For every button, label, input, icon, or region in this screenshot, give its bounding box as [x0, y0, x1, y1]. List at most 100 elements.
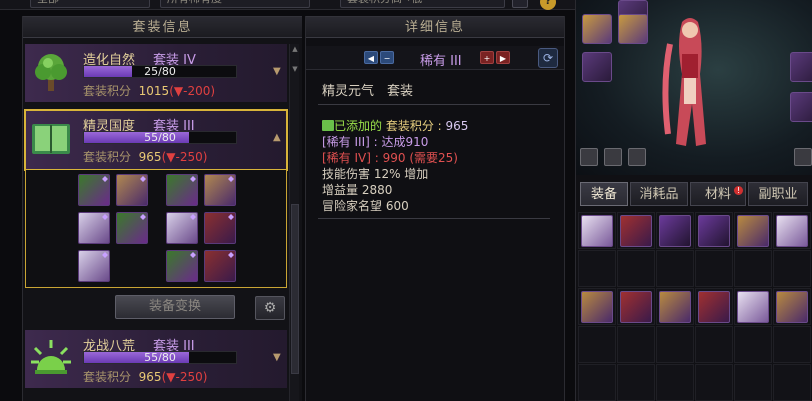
tier-plus-button[interactable]: +: [480, 51, 494, 64]
settings-icon[interactable]: [580, 148, 598, 166]
rotate-icon[interactable]: [604, 148, 622, 166]
item-slot[interactable]: [204, 174, 236, 206]
score-value: 965: [138, 150, 162, 164]
set-row-3[interactable]: 龙战八荒 套装 III 55/80 套装积分 965(▼-250) ▼: [25, 330, 287, 388]
inventory-item[interactable]: [698, 291, 730, 323]
item-slot[interactable]: [78, 250, 110, 282]
equip-slot[interactable]: [582, 14, 612, 44]
inventory-cell[interactable]: [617, 326, 655, 363]
inventory-item[interactable]: [737, 291, 769, 323]
inventory-item[interactable]: [620, 215, 652, 247]
tier-minus-button[interactable]: −: [380, 51, 394, 64]
score-label: 套装积分: [83, 84, 132, 98]
inventory-cell[interactable]: [773, 326, 811, 363]
inventory-cell[interactable]: [617, 250, 655, 287]
inventory-item[interactable]: [659, 215, 691, 247]
inventory-cell[interactable]: [695, 250, 733, 287]
sort-filter[interactable]: 套装积分高→低: [340, 0, 505, 8]
inventory-grid: [578, 212, 812, 401]
inventory-cell[interactable]: [656, 326, 694, 363]
scroll-thumb[interactable]: [291, 204, 299, 374]
set-progress-text: 55/80: [144, 131, 176, 144]
inventory-cell[interactable]: [656, 364, 694, 401]
tab-subjob[interactable]: 副职业: [748, 182, 808, 206]
item-slot[interactable]: [204, 212, 236, 244]
set-progress-bar: 55/80: [83, 131, 237, 144]
tier4-line: [稀有 IV] : 990 (需要25): [322, 151, 458, 165]
avatar-icon[interactable]: [628, 148, 646, 166]
item-slot[interactable]: [166, 212, 198, 244]
sun-icon: [31, 340, 71, 374]
tier-next-button[interactable]: ▶: [496, 51, 510, 64]
tier-prev-button[interactable]: ◀: [364, 51, 378, 64]
inspect-icon[interactable]: [794, 148, 812, 166]
set-list-scrollbar[interactable]: ▲ ▼: [289, 44, 299, 401]
score-delta-arrow: ▼: [173, 84, 184, 98]
item-slot[interactable]: [116, 174, 148, 206]
inventory-cell[interactable]: [734, 364, 772, 401]
set-info-panel: 套装信息 造化自然 套装 IV 25/80 套装积分 1015(▼-200) ▼…: [22, 16, 302, 401]
tab-equipment[interactable]: 装备: [580, 182, 628, 206]
rarity-filter[interactable]: 所有稀有度: [160, 0, 310, 8]
set-progress-text: 25/80: [144, 65, 176, 78]
inventory-cell[interactable]: [773, 250, 811, 287]
tier3-line: [稀有 III] : 达成910: [322, 135, 429, 149]
score-delta: -250: [175, 370, 203, 384]
equip-slot[interactable]: [790, 52, 812, 82]
inventory-cell[interactable]: [656, 250, 694, 287]
expand-arrow-icon[interactable]: ▼: [273, 352, 281, 363]
collapse-arrow-icon[interactable]: ▲: [273, 132, 281, 143]
tab-consumables[interactable]: 消耗品: [630, 182, 688, 206]
set-row-2[interactable]: 精灵国度 套装 III 55/80 套装积分 965(▼-250) ▲: [24, 109, 288, 171]
equip-slot[interactable]: [790, 92, 812, 122]
inventory-item[interactable]: [737, 215, 769, 247]
set-progress-bar: 25/80: [83, 65, 237, 78]
inventory-cell[interactable]: [734, 250, 772, 287]
inventory-cell[interactable]: [617, 364, 655, 401]
inventory-cell[interactable]: [734, 326, 772, 363]
inventory-item[interactable]: [776, 291, 808, 323]
materials-alert-badge: !: [734, 186, 743, 195]
character-panel: 装备 消耗品 材料 ! 副职业: [575, 0, 812, 401]
equipment-change-button[interactable]: 装备变换: [115, 295, 235, 319]
wrench-icon[interactable]: ⚙: [255, 296, 285, 320]
inventory-cell[interactable]: [695, 364, 733, 401]
divider: [318, 104, 550, 105]
inventory-cell[interactable]: [578, 364, 616, 401]
added-label: 套装积分 :: [385, 119, 446, 133]
scroll-down-icon[interactable]: ▼: [291, 64, 299, 74]
expand-arrow-icon[interactable]: ▼: [273, 66, 281, 77]
book-icon: [32, 124, 70, 154]
equip-slot[interactable]: [618, 14, 648, 44]
set-info-header: 套装信息: [23, 16, 302, 38]
inventory-item[interactable]: [698, 215, 730, 247]
filter-toggle-button[interactable]: [512, 0, 528, 8]
category-filter[interactable]: 全部: [30, 0, 150, 8]
item-slot[interactable]: [78, 212, 110, 244]
added-score-line: 已添加的 套装积分 : 965: [322, 118, 468, 134]
inventory-item[interactable]: [581, 291, 613, 323]
fame-line: 冒险家名望 600: [322, 199, 409, 213]
item-slot[interactable]: [78, 174, 110, 206]
set-score: 套装积分 965(▼-250): [83, 368, 207, 385]
inventory-item[interactable]: [581, 215, 613, 247]
set-row-1[interactable]: 造化自然 套装 IV 25/80 套装积分 1015(▼-200) ▼: [25, 44, 287, 102]
scroll-up-icon[interactable]: ▲: [291, 44, 299, 54]
set-progress-bar: 55/80: [83, 351, 237, 364]
refresh-icon[interactable]: ⟳: [538, 48, 558, 68]
item-slot[interactable]: [116, 212, 148, 244]
inventory-cell[interactable]: [578, 326, 616, 363]
inventory-item[interactable]: [620, 291, 652, 323]
score-delta-close: ): [202, 150, 208, 164]
item-slot[interactable]: [204, 250, 236, 282]
character-sprite: [662, 18, 706, 146]
tree-icon: [35, 54, 67, 91]
inventory-item[interactable]: [776, 215, 808, 247]
equip-slot[interactable]: [582, 52, 612, 82]
item-slot[interactable]: [166, 174, 198, 206]
item-slot[interactable]: [166, 250, 198, 282]
inventory-cell[interactable]: [773, 364, 811, 401]
inventory-cell[interactable]: [578, 250, 616, 287]
inventory-cell[interactable]: [695, 326, 733, 363]
inventory-item[interactable]: [659, 291, 691, 323]
